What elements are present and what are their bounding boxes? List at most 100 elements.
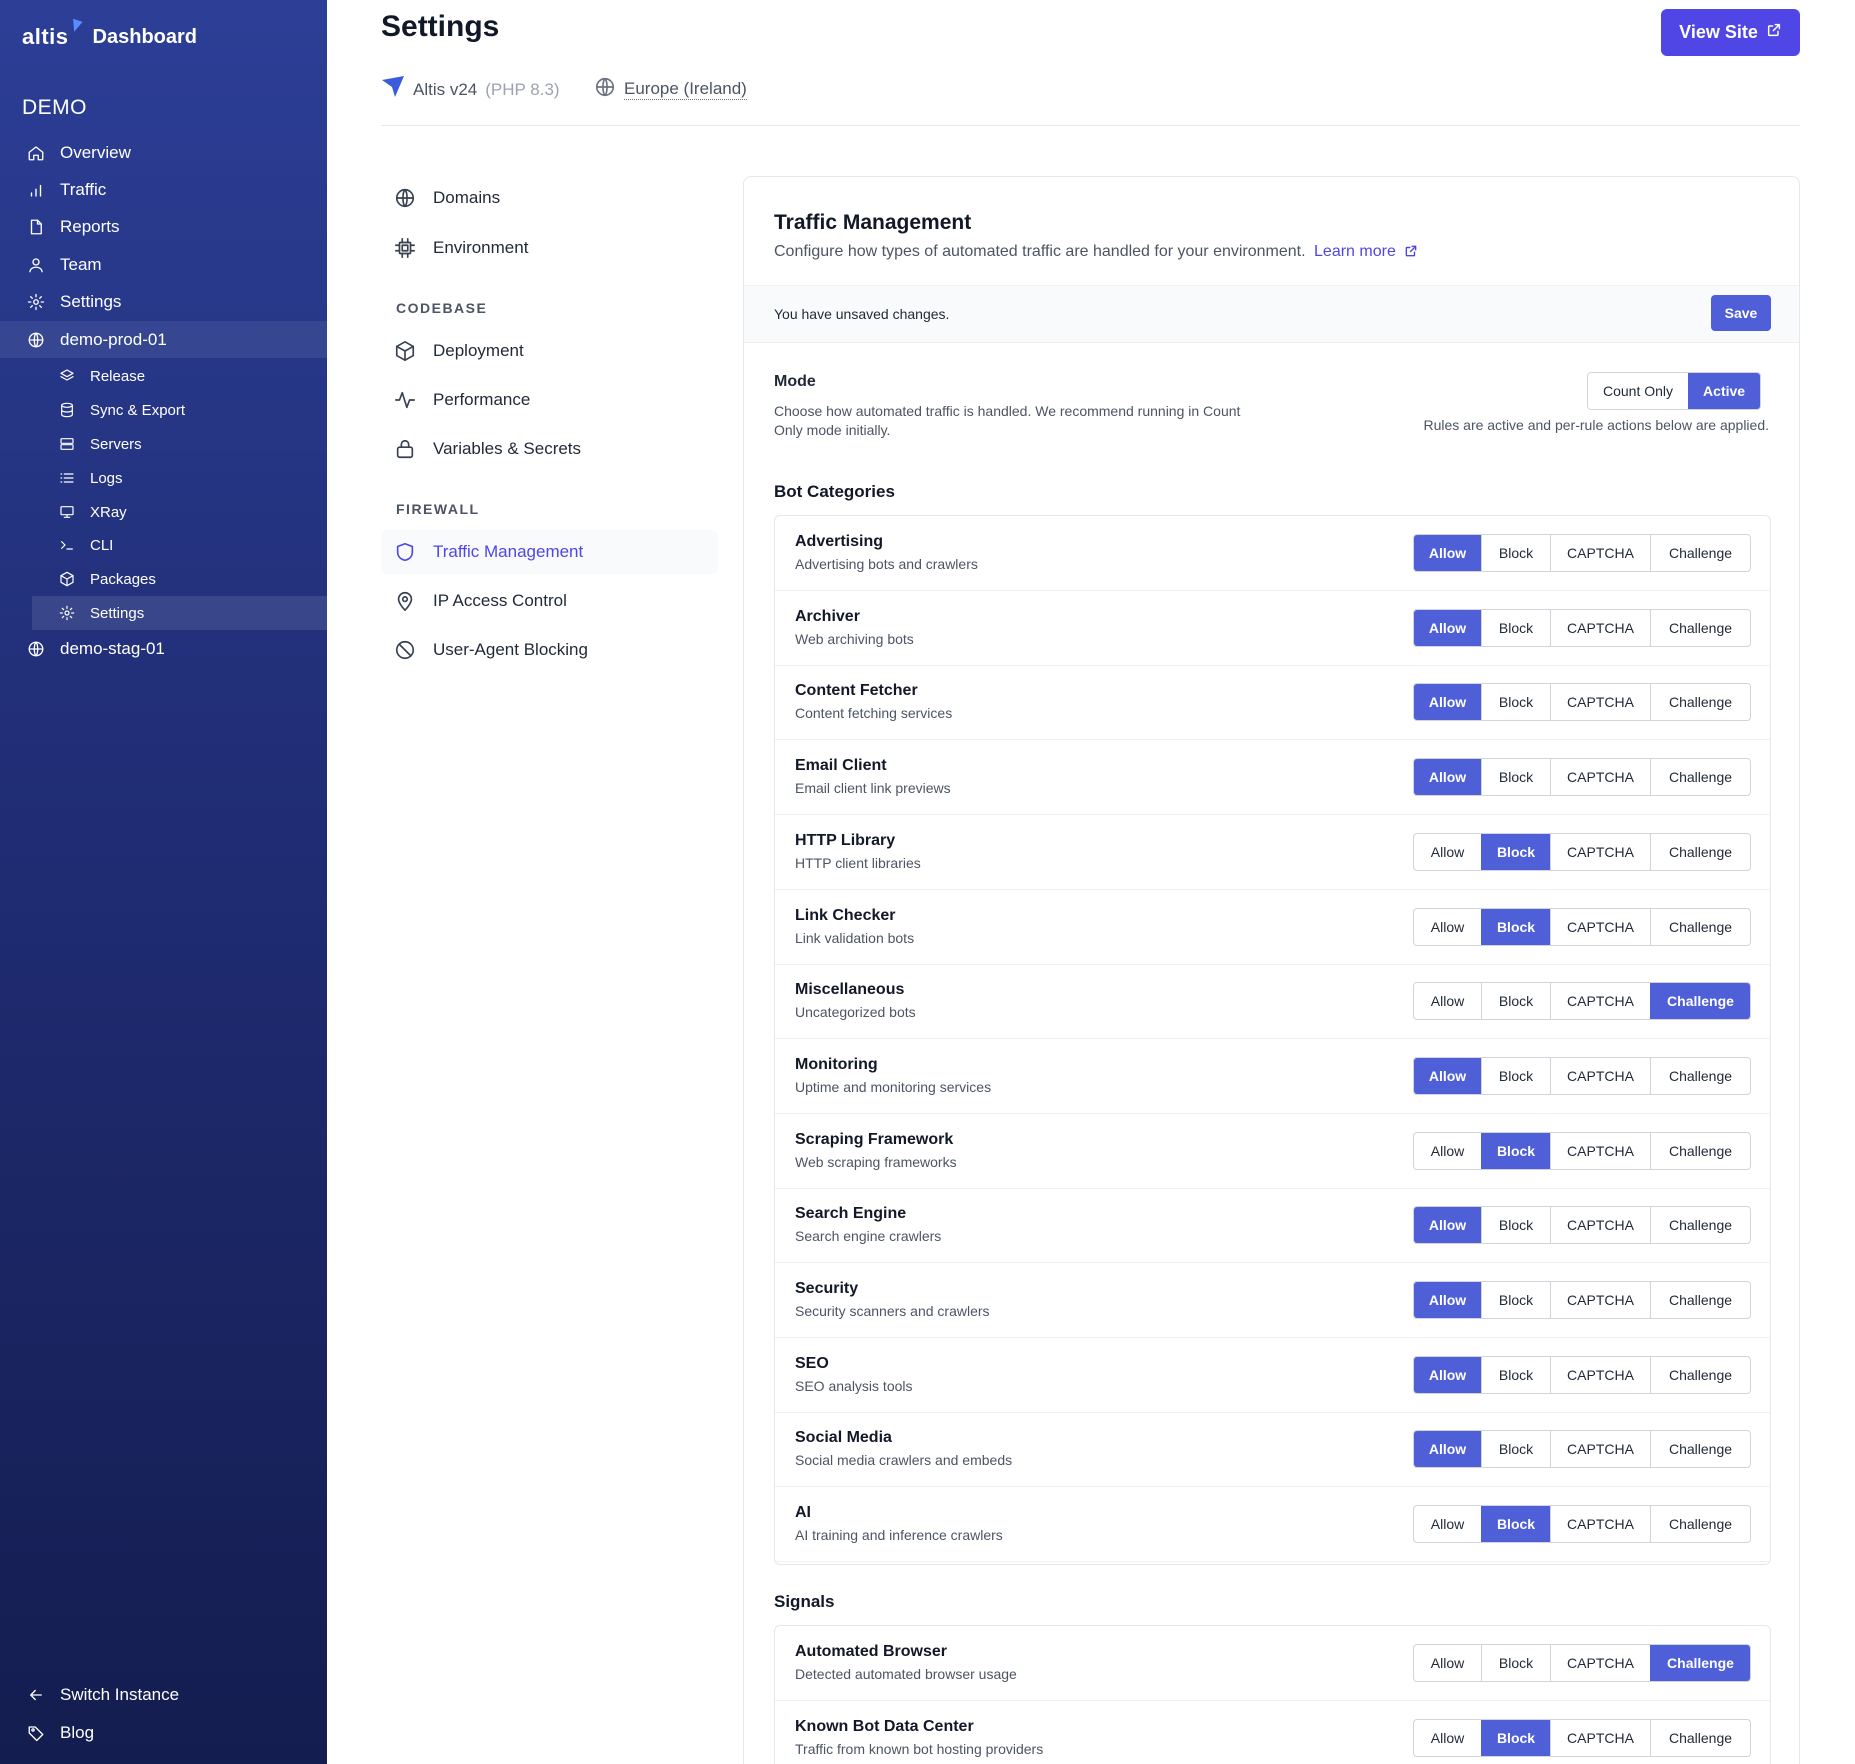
- save-button[interactable]: Save: [1711, 295, 1771, 331]
- action-block-button[interactable]: Block: [1481, 1132, 1550, 1169]
- learn-more-link[interactable]: Learn more: [1314, 243, 1418, 260]
- subnav-traffic-management[interactable]: Traffic Management: [381, 530, 718, 574]
- action-captcha-button[interactable]: CAPTCHA: [1550, 609, 1650, 646]
- action-challenge-button[interactable]: Challenge: [1650, 1645, 1750, 1681]
- subnav-user-agent-blocking[interactable]: User-Agent Blocking: [381, 628, 718, 672]
- sidebar-item-demo-prod-01[interactable]: demo-prod-01: [0, 321, 327, 358]
- action-captcha-button[interactable]: CAPTCHA: [1550, 684, 1650, 721]
- action-challenge-button[interactable]: Challenge: [1650, 609, 1750, 646]
- action-captcha-button[interactable]: CAPTCHA: [1550, 1506, 1650, 1543]
- sidebar-subitem-settings[interactable]: Settings: [32, 596, 327, 630]
- action-captcha-button[interactable]: CAPTCHA: [1550, 1431, 1650, 1468]
- blog-link[interactable]: Blog: [0, 1714, 327, 1751]
- subnav-ip-access-control[interactable]: IP Access Control: [381, 579, 718, 623]
- action-allow-button[interactable]: Allow: [1414, 684, 1481, 721]
- action-allow-button[interactable]: Allow: [1414, 834, 1481, 870]
- action-challenge-button[interactable]: Challenge: [1650, 1207, 1750, 1244]
- action-captcha-button[interactable]: CAPTCHA: [1550, 1719, 1650, 1756]
- action-block-button[interactable]: Block: [1481, 1356, 1550, 1393]
- action-captcha-button[interactable]: CAPTCHA: [1550, 1356, 1650, 1393]
- rule-row: Content Fetcher Content fetching services…: [775, 665, 1770, 741]
- action-challenge-button[interactable]: Challenge: [1650, 1431, 1750, 1468]
- sidebar-item-settings[interactable]: Settings: [0, 283, 327, 320]
- view-site-button[interactable]: View Site: [1661, 9, 1800, 56]
- action-allow-button[interactable]: Allow: [1414, 609, 1481, 646]
- action-block-button[interactable]: Block: [1481, 833, 1550, 870]
- action-allow-button[interactable]: Allow: [1414, 759, 1481, 796]
- action-block-button[interactable]: Block: [1481, 1282, 1550, 1318]
- action-allow-button[interactable]: Allow: [1414, 1645, 1481, 1681]
- sidebar-subitem-sync-export[interactable]: Sync & Export: [32, 393, 327, 427]
- action-challenge-button[interactable]: Challenge: [1650, 1132, 1750, 1169]
- action-challenge-button[interactable]: Challenge: [1650, 983, 1750, 1020]
- action-block-button[interactable]: Block: [1481, 1057, 1550, 1094]
- action-captcha-button[interactable]: CAPTCHA: [1550, 535, 1650, 571]
- action-challenge-button[interactable]: Challenge: [1650, 1719, 1750, 1756]
- sidebar-item-reports[interactable]: Reports: [0, 208, 327, 245]
- action-allow-button[interactable]: Allow: [1414, 1057, 1481, 1094]
- action-challenge-button[interactable]: Challenge: [1650, 1506, 1750, 1543]
- action-captcha-button[interactable]: CAPTCHA: [1550, 1132, 1650, 1169]
- action-captcha-button[interactable]: CAPTCHA: [1550, 759, 1650, 796]
- subnav-variables-secrets[interactable]: Variables & Secrets: [381, 427, 718, 471]
- subnav-environment[interactable]: Environment: [381, 226, 718, 270]
- action-block-button[interactable]: Block: [1481, 1719, 1550, 1756]
- subnav-label: User-Agent Blocking: [433, 640, 588, 659]
- action-challenge-button[interactable]: Challenge: [1650, 1057, 1750, 1094]
- sidebar-subitem-xray[interactable]: XRay: [32, 495, 327, 529]
- action-allow-button[interactable]: Allow: [1414, 1720, 1481, 1756]
- region-info[interactable]: Europe (Ireland): [594, 76, 747, 103]
- action-block-button[interactable]: Block: [1481, 684, 1550, 721]
- action-allow-button[interactable]: Allow: [1414, 1431, 1481, 1468]
- action-challenge-button[interactable]: Challenge: [1650, 759, 1750, 796]
- action-captcha-button[interactable]: CAPTCHA: [1550, 983, 1650, 1020]
- action-captcha-button[interactable]: CAPTCHA: [1550, 1207, 1650, 1244]
- action-block-button[interactable]: Block: [1481, 1645, 1550, 1681]
- sidebar-item-demo-stag-01[interactable]: demo-stag-01: [0, 630, 327, 667]
- sidebar-subitem-logs[interactable]: Logs: [32, 461, 327, 495]
- action-allow-button[interactable]: Allow: [1414, 1506, 1481, 1542]
- action-allow-button[interactable]: Allow: [1414, 1207, 1481, 1244]
- sidebar: altis Dashboard DEMO Overview Traffic Re…: [0, 0, 327, 1764]
- action-captcha-button[interactable]: CAPTCHA: [1550, 1057, 1650, 1094]
- action-challenge-button[interactable]: Challenge: [1650, 908, 1750, 945]
- action-allow-button[interactable]: Allow: [1414, 983, 1481, 1019]
- sidebar-subitem-cli[interactable]: CLI: [32, 528, 327, 562]
- action-allow-button[interactable]: Allow: [1414, 1133, 1481, 1169]
- action-challenge-button[interactable]: Challenge: [1650, 1282, 1750, 1318]
- action-block-button[interactable]: Block: [1481, 983, 1550, 1020]
- subnav-performance[interactable]: Performance: [381, 378, 718, 422]
- switch-instance-link[interactable]: Switch Instance: [0, 1676, 327, 1713]
- action-block-button[interactable]: Block: [1481, 1431, 1550, 1468]
- action-block-button[interactable]: Block: [1481, 609, 1550, 646]
- action-captcha-button[interactable]: CAPTCHA: [1550, 1282, 1650, 1318]
- action-allow-button[interactable]: Allow: [1414, 535, 1481, 571]
- action-allow-button[interactable]: Allow: [1414, 1282, 1481, 1318]
- action-captcha-button[interactable]: CAPTCHA: [1550, 908, 1650, 945]
- action-block-button[interactable]: Block: [1481, 759, 1550, 796]
- action-challenge-button[interactable]: Challenge: [1650, 535, 1750, 571]
- sidebar-item-traffic[interactable]: Traffic: [0, 171, 327, 208]
- action-block-button[interactable]: Block: [1481, 1207, 1550, 1244]
- mode-active-button[interactable]: Active: [1688, 373, 1761, 409]
- action-captcha-button[interactable]: CAPTCHA: [1550, 833, 1650, 870]
- action-challenge-button[interactable]: Challenge: [1650, 833, 1750, 870]
- brand[interactable]: altis Dashboard: [22, 18, 197, 50]
- sidebar-item-overview[interactable]: Overview: [0, 134, 327, 171]
- mode-count-only-button[interactable]: Count Only: [1588, 373, 1688, 409]
- action-allow-button[interactable]: Allow: [1414, 1356, 1481, 1393]
- sidebar-subitem-release[interactable]: Release: [32, 359, 327, 393]
- sidebar-subitem-servers[interactable]: Servers: [32, 427, 327, 461]
- subnav-domains[interactable]: Domains: [381, 176, 718, 220]
- sidebar-item-team[interactable]: Team: [0, 246, 327, 283]
- action-block-button[interactable]: Block: [1481, 908, 1550, 945]
- action-challenge-button[interactable]: Challenge: [1650, 1356, 1750, 1393]
- sidebar-subitem-packages[interactable]: Packages: [32, 562, 327, 596]
- action-block-button[interactable]: Block: [1481, 1506, 1550, 1543]
- action-challenge-button[interactable]: Challenge: [1650, 684, 1750, 721]
- action-block-button[interactable]: Block: [1481, 535, 1550, 571]
- action-allow-button[interactable]: Allow: [1414, 909, 1481, 945]
- arrow-left-icon: [26, 1685, 46, 1705]
- action-captcha-button[interactable]: CAPTCHA: [1550, 1645, 1650, 1681]
- subnav-deployment[interactable]: Deployment: [381, 329, 718, 373]
